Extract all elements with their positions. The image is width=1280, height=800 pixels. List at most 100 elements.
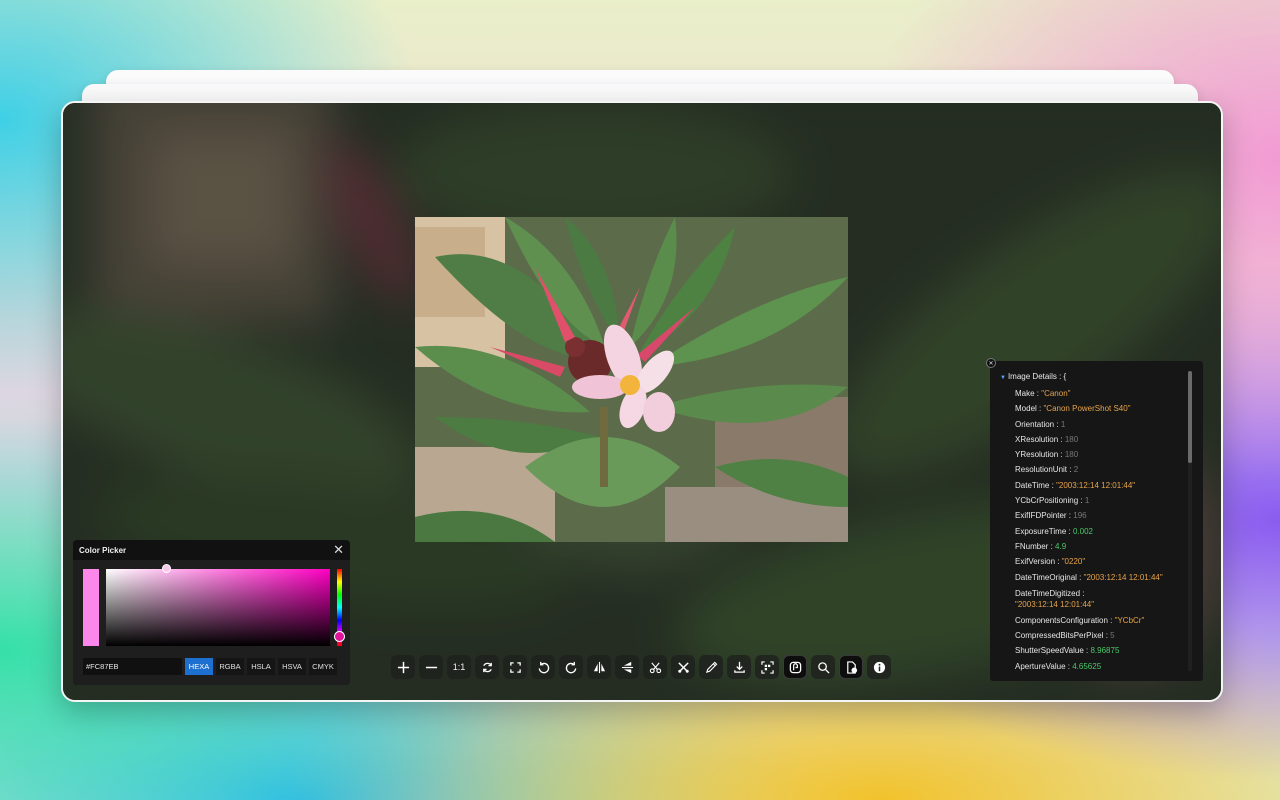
- rotate-right-button[interactable]: [559, 655, 583, 679]
- mode-hsva[interactable]: HSVA: [278, 658, 306, 675]
- detail-value: 4.65625: [1072, 661, 1102, 671]
- info-icon: [873, 661, 885, 673]
- close-details-icon[interactable]: ✕: [986, 358, 996, 368]
- detail-value: "Canon PowerShot S40": [1043, 404, 1131, 414]
- detail-separator: :: [1066, 526, 1073, 536]
- rotate-left-button[interactable]: [531, 655, 555, 679]
- color-picker-body: #FC87EB HEXA RGBA HSLA HSVA CMYK: [73, 560, 350, 685]
- detail-row: CompressedBitsPerPixel : 5: [1015, 628, 1180, 643]
- eyedropper-icon: [705, 661, 717, 673]
- detail-key: ExposureTime: [1015, 526, 1067, 536]
- detail-row: ComponentsConfiguration : "YCbCr": [1015, 613, 1180, 628]
- search-icon: [817, 661, 830, 674]
- hue-thumb[interactable]: [334, 631, 345, 642]
- flip-vertical-icon: [621, 661, 633, 673]
- detail-value: "0220": [1061, 557, 1086, 567]
- detail-key: YCbCrPositioning: [1015, 496, 1079, 506]
- saturation-area[interactable]: [106, 569, 330, 646]
- image-details-panel: ▼ Image Details : { Make : "Canon" Model :…: [990, 361, 1203, 681]
- scan-icon: [760, 660, 774, 674]
- flip-vertical-button[interactable]: [615, 655, 639, 679]
- detail-key: DateTimeOriginal: [1015, 572, 1077, 582]
- detail-value: 1: [1060, 419, 1066, 429]
- detail-key: DateTime: [1015, 480, 1050, 490]
- zoom-out-button[interactable]: [419, 655, 443, 679]
- detail-key: YResolution: [1015, 450, 1059, 460]
- flip-horizontal-button[interactable]: [587, 655, 611, 679]
- info-button[interactable]: [867, 655, 891, 679]
- detail-separator: :: [1107, 615, 1115, 625]
- detail-value: 180: [1064, 450, 1079, 460]
- detail-value: 180: [1064, 434, 1079, 444]
- crop-button[interactable]: [643, 655, 667, 679]
- download-button[interactable]: [727, 655, 751, 679]
- caret-down-icon: ▼: [1000, 375, 1006, 381]
- crop-alt-button[interactable]: [671, 655, 695, 679]
- image-toolbar: 1:1: [391, 655, 891, 679]
- mode-hexa[interactable]: HEXA: [185, 658, 213, 675]
- detail-row: ExifVersion : "0220": [1015, 554, 1180, 569]
- ratio-icon: 1:1: [452, 662, 466, 672]
- scissors-cross-icon: [677, 661, 689, 673]
- detail-key: ExifIFDPointer: [1015, 511, 1067, 521]
- scan-qr-button[interactable]: [755, 655, 779, 679]
- color-mode-tabs: HEXA RGBA HSLA HSVA CMYK: [185, 658, 337, 675]
- detail-value: "2003:12:14 12:01:44": [1015, 600, 1095, 610]
- image-details-button[interactable]: [839, 655, 863, 679]
- detail-row: XResolution : 180: [1015, 432, 1180, 447]
- detail-row: DateTimeOriginal : "2003:12:14 12:01:44": [1015, 570, 1180, 585]
- detail-key: Make: [1015, 389, 1035, 398]
- text-recognition-icon: [789, 661, 801, 673]
- detail-value: "YCbCr": [1114, 615, 1145, 625]
- detail-separator: :: [1076, 572, 1084, 582]
- detail-row: DateTimeDigitized : "2003:12:14 12:01:44…: [1015, 588, 1180, 611]
- detail-value: 5: [1110, 631, 1115, 641]
- detail-row: ResolutionUnit : 2: [1015, 462, 1180, 477]
- download-icon: [733, 661, 745, 673]
- detail-separator: :: [1055, 557, 1062, 567]
- mode-cmyk[interactable]: CMYK: [309, 658, 337, 675]
- detail-value: 0.002: [1072, 526, 1093, 536]
- mode-hsla[interactable]: HSLA: [247, 658, 275, 675]
- details-title[interactable]: ▼ Image Details : {: [1000, 372, 1066, 381]
- fullscreen-button[interactable]: [503, 655, 527, 679]
- detail-key: CompressedBitsPerPixel: [1015, 631, 1104, 641]
- plus-icon: [397, 661, 409, 673]
- detail-row: Orientation : 1: [1015, 417, 1180, 432]
- image-info-icon: [846, 660, 857, 674]
- ocr-button[interactable]: [783, 655, 807, 679]
- detail-key: ResolutionUnit: [1015, 465, 1068, 475]
- detail-row: DateTime : "2003:12:14 12:01:44": [1015, 478, 1180, 493]
- detail-row: FNumber : 4.9: [1015, 539, 1180, 554]
- detail-key: DateTimeDigitized: [1015, 588, 1081, 598]
- detail-separator: :: [1067, 465, 1074, 475]
- detail-row: Model : "Canon PowerShot S40": [1015, 401, 1180, 416]
- detail-row: YResolution : 180: [1015, 447, 1180, 462]
- detail-value: 8.96875: [1090, 646, 1120, 656]
- actual-size-button[interactable]: 1:1: [447, 655, 471, 679]
- detail-row: ExposureTime : 0.002: [1015, 524, 1180, 539]
- details-scroll-thumb[interactable]: [1188, 371, 1192, 463]
- mode-rgba[interactable]: RGBA: [216, 658, 244, 675]
- detail-value: "2003:12:14 12:01:44": [1056, 480, 1136, 490]
- detail-separator: :: [1078, 496, 1085, 506]
- reset-icon: [482, 662, 492, 672]
- detail-key: Model: [1015, 404, 1037, 414]
- detail-value: "Canon": [1041, 389, 1071, 398]
- main-image: [415, 217, 848, 542]
- search-button[interactable]: [811, 655, 835, 679]
- detail-row: YCbCrPositioning : 1: [1015, 493, 1180, 508]
- close-icon[interactable]: ✕: [333, 544, 344, 557]
- hex-input[interactable]: #FC87EB: [83, 658, 182, 675]
- detail-key: Orientation: [1015, 419, 1055, 429]
- reset-button[interactable]: [475, 655, 499, 679]
- zoom-in-button[interactable]: [391, 655, 415, 679]
- scissors-icon: [649, 661, 661, 673]
- detail-separator: :: [1048, 541, 1056, 551]
- saturation-thumb[interactable]: [162, 564, 171, 573]
- eyedropper-button[interactable]: [699, 655, 723, 679]
- detail-key: ShutterSpeedValue: [1015, 646, 1084, 656]
- detail-separator: :: [1058, 434, 1065, 444]
- detail-separator: :: [1054, 419, 1061, 429]
- detail-key: FNumber: [1015, 541, 1049, 551]
